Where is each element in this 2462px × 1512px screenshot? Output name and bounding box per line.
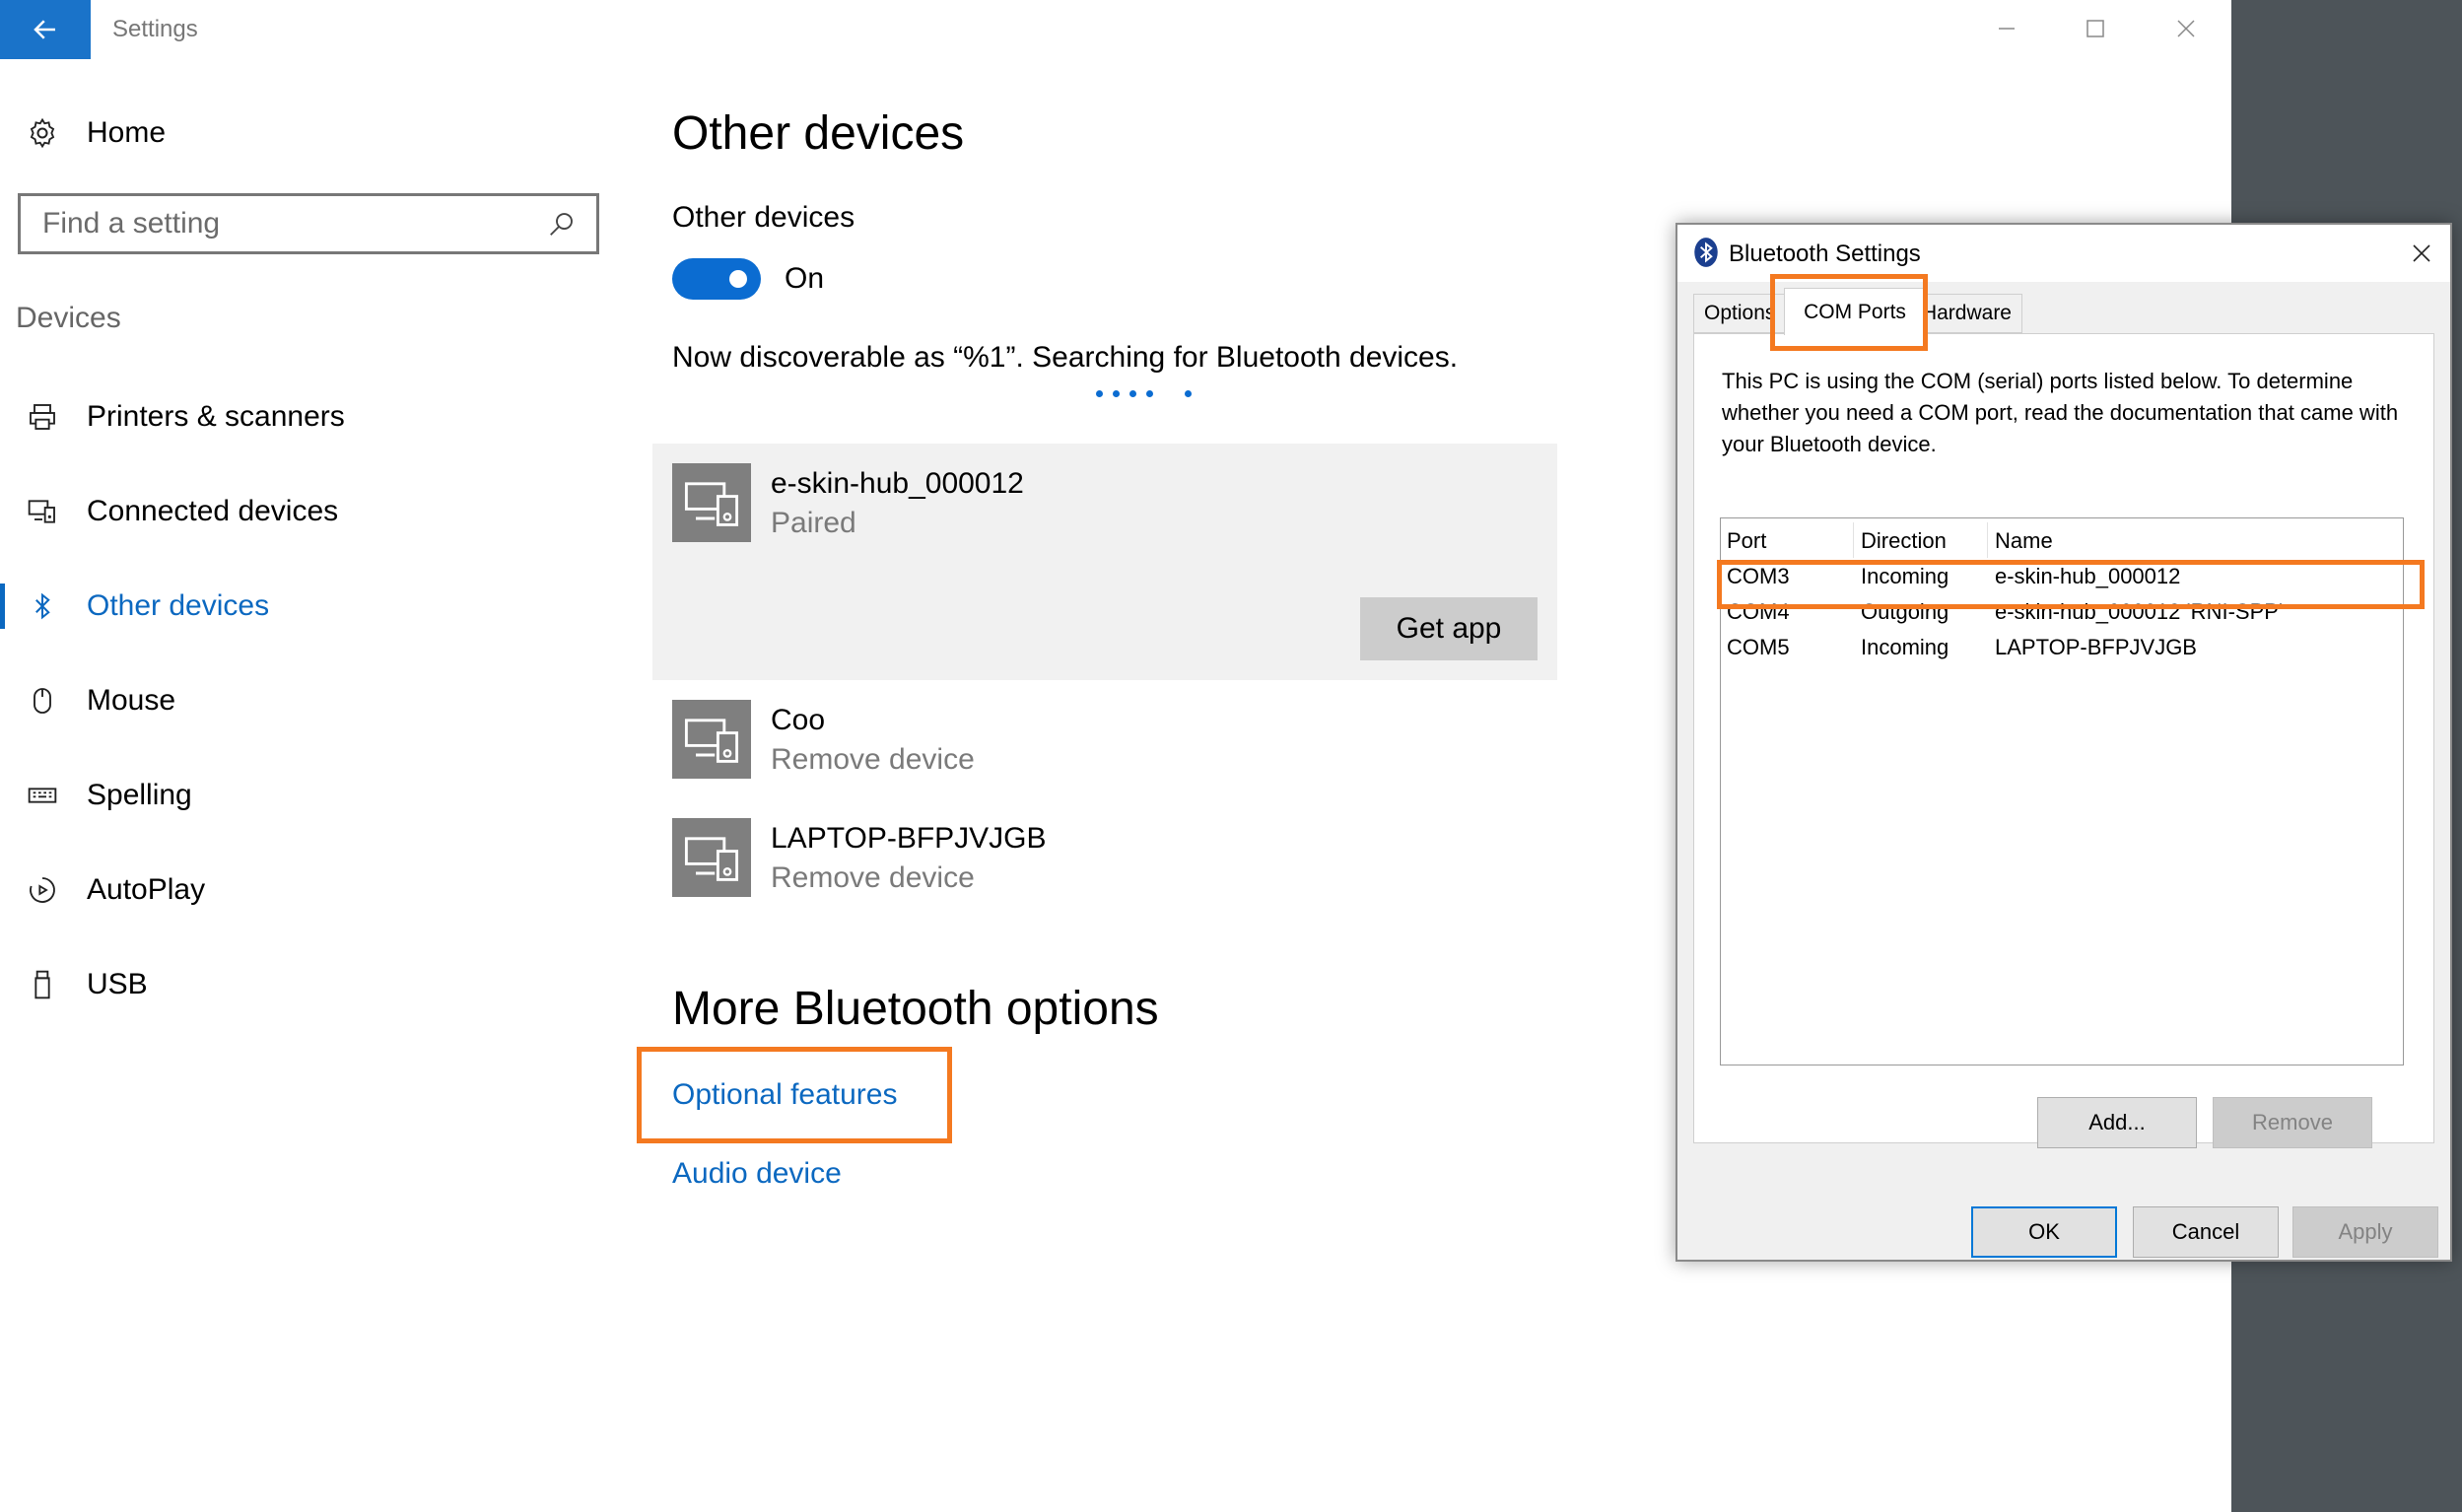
- back-arrow-icon: [34, 20, 55, 39]
- search-icon[interactable]: [547, 209, 577, 239]
- device-status: Paired: [771, 507, 856, 539]
- keyboard-icon: [24, 777, 61, 814]
- close-icon: [2413, 244, 2430, 262]
- cancel-button[interactable]: Cancel: [2133, 1206, 2279, 1258]
- active-indicator: [0, 584, 5, 629]
- printer-icon: [24, 398, 61, 436]
- tab-hardware[interactable]: Hardware: [1918, 294, 2022, 333]
- usb-icon: [24, 966, 61, 1003]
- minimize-icon: [1999, 28, 2015, 30]
- toggle-label: Other devices: [672, 201, 855, 234]
- back-button[interactable]: [0, 0, 91, 59]
- sidebar-item-printers[interactable]: Printers & scanners: [0, 384, 611, 449]
- home-label: Home: [87, 116, 167, 149]
- gear-icon: [24, 114, 61, 152]
- sidebar-item-autoplay[interactable]: AutoPlay: [0, 858, 611, 923]
- sidebar-item-usb[interactable]: USB: [0, 952, 611, 1017]
- device-status: Remove device: [771, 743, 975, 776]
- sidebar-item-label: AutoPlay: [87, 873, 206, 906]
- cell-port: COM5: [1727, 635, 1790, 659]
- bluetooth-toggle[interactable]: [672, 258, 761, 300]
- mouse-icon: [24, 682, 61, 720]
- bluetooth-icon: [24, 587, 61, 625]
- column-separator[interactable]: [1853, 522, 1854, 558]
- more-bluetooth-title: More Bluetooth options: [672, 983, 1159, 1035]
- device-icon: [672, 818, 751, 897]
- device-icon: [672, 463, 751, 542]
- maximize-button[interactable]: [2076, 12, 2115, 45]
- optional-features-link[interactable]: Optional features: [672, 1078, 897, 1112]
- audio-device-link[interactable]: Audio device: [672, 1157, 842, 1191]
- sidebar-item-label: USB: [87, 968, 148, 1000]
- cell-name: LAPTOP-BFPJVJGB: [1995, 635, 2197, 659]
- sidebar-item-label: Printers & scanners: [87, 400, 345, 433]
- sidebar-item-connected-devices[interactable]: Connected devices: [0, 479, 611, 544]
- device-name[interactable]: LAPTOP-BFPJVJGB: [771, 822, 1047, 856]
- com-ports-panel: This PC is using the COM (serial) ports …: [1693, 333, 2434, 1148]
- close-icon: [2177, 20, 2195, 37]
- table-row[interactable]: COM5 Incoming LAPTOP-BFPJVJGB: [1721, 629, 2403, 664]
- device-name[interactable]: Coo: [771, 704, 825, 737]
- sidebar-item-other-devices[interactable]: Other devices: [0, 574, 611, 639]
- sidebar-item-mouse[interactable]: Mouse: [0, 668, 611, 733]
- page-title: Other devices: [672, 107, 965, 160]
- device-icon: [672, 700, 751, 779]
- remove-button[interactable]: Remove: [2213, 1097, 2372, 1148]
- add-button[interactable]: Add...: [2037, 1097, 2197, 1148]
- dialog-title: Bluetooth Settings: [1729, 241, 1921, 267]
- minimize-button[interactable]: [1987, 12, 2026, 45]
- sidebar-item-label: Connected devices: [87, 495, 339, 527]
- highlight-box-com-ports-tab: [1770, 274, 1928, 351]
- window-title: Settings: [112, 16, 198, 42]
- toggle-state-text: On: [785, 262, 825, 295]
- toggle-knob: [729, 270, 747, 288]
- column-header-direction[interactable]: Direction: [1861, 528, 1947, 554]
- search-box[interactable]: [18, 193, 599, 254]
- column-separator[interactable]: [1987, 522, 1988, 558]
- ok-button[interactable]: OK: [1971, 1206, 2117, 1258]
- cell-direction: Incoming: [1861, 635, 1949, 659]
- column-header-name[interactable]: Name: [1995, 528, 2053, 554]
- sidebar-item-spelling[interactable]: Spelling: [0, 763, 611, 828]
- connected-devices-icon: [24, 493, 61, 530]
- bluetooth-settings-dialog: Bluetooth Settings Options Hardware This…: [1676, 223, 2452, 1262]
- device-name: e-skin-hub_000012: [771, 467, 1024, 500]
- apply-button[interactable]: Apply: [2292, 1206, 2438, 1258]
- com-ports-description: This PC is using the COM (serial) ports …: [1722, 369, 2399, 456]
- get-app-button[interactable]: Get app: [1360, 597, 1538, 660]
- bluetooth-icon: [1694, 238, 1718, 267]
- discoverable-status: Now discoverable as “%1”. Searching for …: [672, 341, 1459, 374]
- searching-progress-dots: [1096, 390, 1192, 397]
- home-nav[interactable]: Home: [24, 110, 166, 156]
- sidebar-item-label: Mouse: [87, 684, 176, 717]
- sidebar-item-label: Other devices: [87, 589, 270, 622]
- column-header-port[interactable]: Port: [1727, 528, 1766, 554]
- maximize-icon: [2086, 20, 2104, 37]
- device-status: Remove device: [771, 861, 975, 894]
- close-button[interactable]: [2166, 12, 2206, 45]
- highlight-box-com4-row: [1717, 560, 2425, 609]
- autoplay-icon: [24, 871, 61, 909]
- section-label-devices: Devices: [16, 302, 121, 334]
- sidebar-item-label: Spelling: [87, 779, 192, 811]
- search-input[interactable]: [40, 206, 547, 241]
- dialog-close-button[interactable]: [2405, 237, 2438, 270]
